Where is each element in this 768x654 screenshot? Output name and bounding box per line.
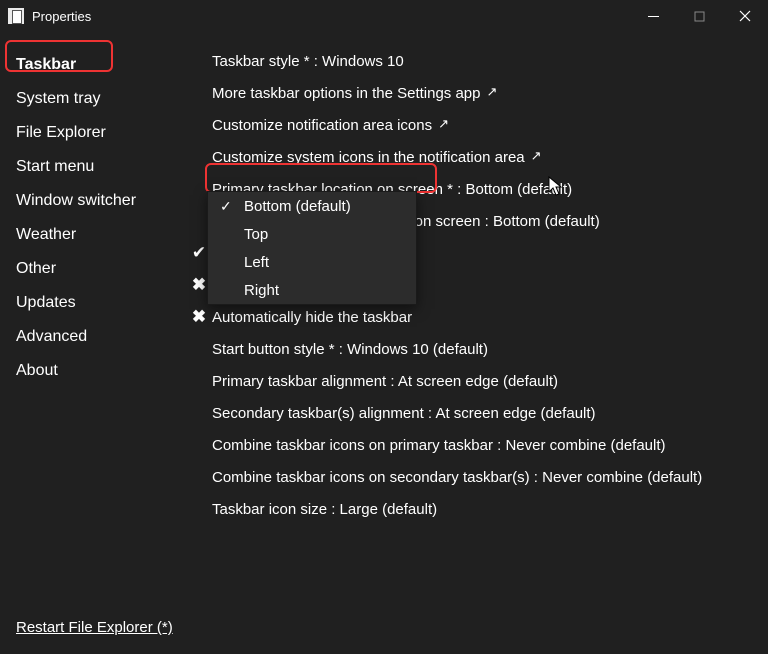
setting-label: Customize notification area icons (212, 117, 432, 134)
sidebar-item-advanced[interactable]: Advanced (16, 320, 180, 354)
sidebar-item-label: File Explorer (16, 124, 106, 141)
close-button[interactable] (722, 0, 768, 32)
setting-row[interactable]: Secondary taskbar(s) alignment : At scre… (186, 402, 758, 424)
setting-label: Secondary taskbar(s) alignment : At scre… (212, 405, 596, 422)
window-title: Properties (32, 9, 91, 24)
dropdown-option-label: Left (244, 254, 269, 271)
setting-row[interactable]: ✖Automatically hide the taskbar (186, 306, 758, 328)
sidebar: Taskbar System tray File Explorer Start men… (0, 32, 180, 654)
setting-row[interactable]: Customize notification area icons ↗ (186, 114, 758, 136)
sidebar-item-label: About (16, 362, 58, 379)
titlebar: Properties (0, 0, 768, 32)
minimize-button[interactable] (630, 0, 676, 32)
sidebar-item-label: System tray (16, 90, 100, 107)
sidebar-item-about[interactable]: About (16, 354, 180, 388)
setting-row[interactable]: More taskbar options in the Settings app… (186, 82, 758, 104)
dropdown-option-label: Bottom (default) (244, 198, 351, 215)
setting-label: Customize system icons in the notificati… (212, 149, 525, 166)
check-icon: ✓ (220, 198, 244, 215)
dropdown-option-label: Right (244, 282, 279, 299)
sidebar-item-taskbar[interactable]: Taskbar (16, 48, 180, 82)
setting-label: Combine taskbar icons on secondary taskb… (212, 469, 702, 486)
popout-icon: ↗ (487, 84, 498, 100)
dropdown-option-left[interactable]: Left (208, 248, 416, 276)
setting-label: Primary taskbar alignment : At screen ed… (212, 373, 558, 390)
setting-label: Automatically hide the taskbar (212, 309, 412, 326)
maximize-button[interactable] (676, 0, 722, 32)
setting-row[interactable]: Customize system icons in the notificati… (186, 146, 758, 168)
setting-row[interactable]: Start button style * : Windows 10 (defau… (186, 338, 758, 360)
setting-label: More taskbar options in the Settings app (212, 85, 481, 102)
x-icon: ✖ (186, 307, 212, 327)
sidebar-item-weather[interactable]: Weather (16, 218, 180, 252)
content-panel: Taskbar style * : Windows 10 More taskbar… (180, 32, 768, 654)
popout-icon: ↗ (531, 148, 542, 164)
setting-row[interactable]: Combine taskbar icons on primary taskbar… (186, 434, 758, 456)
setting-row[interactable]: Combine taskbar icons on secondary taskb… (186, 466, 758, 488)
window-controls (630, 0, 768, 32)
setting-row[interactable]: Taskbar style * : Windows 10 (186, 50, 758, 72)
sidebar-item-start-menu[interactable]: Start menu (16, 150, 180, 184)
dropdown-option-right[interactable]: Right (208, 276, 416, 304)
setting-row[interactable]: Taskbar icon size : Large (default) (186, 498, 758, 520)
setting-label: Start button style * : Windows 10 (defau… (212, 341, 488, 358)
sidebar-item-window-switcher[interactable]: Window switcher (16, 184, 180, 218)
sidebar-item-label: Weather (16, 226, 76, 243)
setting-label: Taskbar style * : Windows 10 (212, 53, 404, 70)
sidebar-item-label: Updates (16, 294, 76, 311)
sidebar-item-label: Window switcher (16, 192, 136, 209)
setting-label: Taskbar icon size : Large (default) (212, 501, 437, 518)
dropdown-option-top[interactable]: Top (208, 220, 416, 248)
sidebar-item-label: Start menu (16, 158, 94, 175)
dropdown-option-bottom-default-[interactable]: ✓Bottom (default) (208, 192, 416, 220)
dropdown-option-label: Top (244, 226, 268, 243)
sidebar-item-label: Advanced (16, 328, 87, 345)
sidebar-item-file-explorer[interactable]: File Explorer (16, 116, 180, 150)
sidebar-item-label: Other (16, 260, 56, 277)
location-dropdown[interactable]: ✓Bottom (default) Top Left Right (207, 191, 417, 305)
sidebar-item-updates[interactable]: Updates (16, 286, 180, 320)
restart-explorer-link[interactable]: Restart File Explorer (*) (16, 619, 173, 636)
sidebar-item-system-tray[interactable]: System tray (16, 82, 180, 116)
popout-icon: ↗ (438, 116, 449, 132)
setting-label: Combine taskbar icons on primary taskbar… (212, 437, 666, 454)
main: Taskbar System tray File Explorer Start men… (0, 32, 768, 654)
sidebar-item-other[interactable]: Other (16, 252, 180, 286)
app-icon (8, 8, 24, 24)
setting-row[interactable]: Primary taskbar alignment : At screen ed… (186, 370, 758, 392)
sidebar-item-label: Taskbar (16, 56, 76, 73)
